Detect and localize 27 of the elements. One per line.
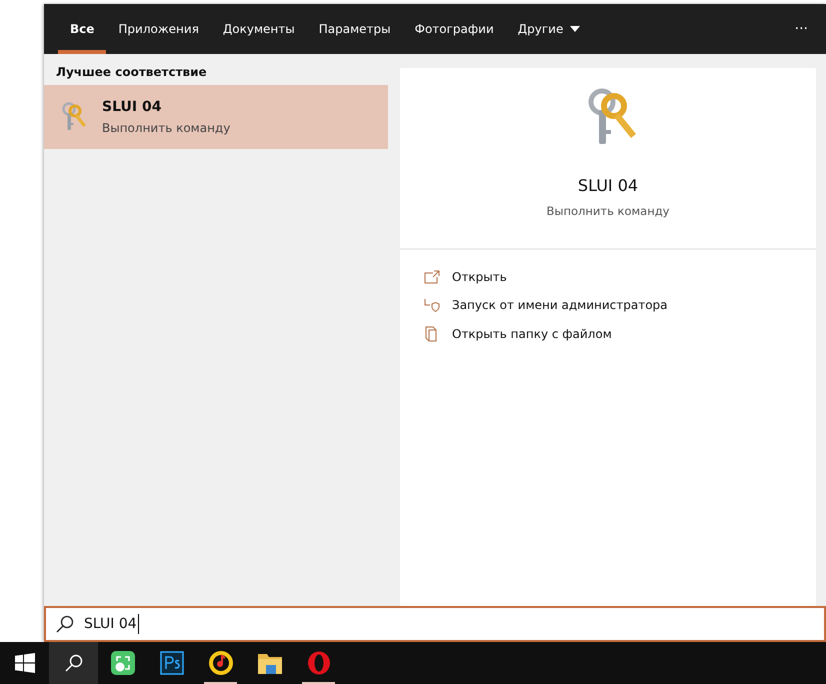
filter-tab[interactable]: Приложения [106,4,211,54]
search-icon [56,615,74,633]
music-icon [208,651,232,675]
app-icon [110,651,134,675]
action-link[interactable]: Открыть папку с файлом [424,326,792,342]
windows-icon [14,653,34,673]
result-title: SLUI 04 [102,99,162,115]
search-icon [64,654,82,672]
result-subtitle: Выполнить команду [102,121,230,135]
preview-title: SLUI 04 [578,176,638,195]
result-item[interactable]: SLUI 04 Выполнить команду [44,85,388,149]
filter-tab[interactable]: Документы [210,4,307,54]
search-field[interactable]: SLUI 04 [44,606,826,642]
action-link[interactable]: Запуск от имени администратора [424,298,792,312]
action-link[interactable]: Открыть [424,270,792,284]
more-button[interactable]: ··· [776,4,826,54]
filter-tab[interactable]: Параметры [306,4,403,54]
shield-icon [424,298,440,312]
photoshop-icon [160,651,184,675]
folder-icon [258,652,282,674]
preview-subtitle: Выполнить команду [546,204,670,218]
filter-tab[interactable]: Другие [506,4,592,54]
opera-icon [306,651,330,675]
taskbar-button[interactable] [49,642,98,684]
section-heading: Лучшее соответствие [55,64,208,81]
filter-tab[interactable]: Фотографии [402,4,506,54]
open-window-icon [424,270,440,284]
